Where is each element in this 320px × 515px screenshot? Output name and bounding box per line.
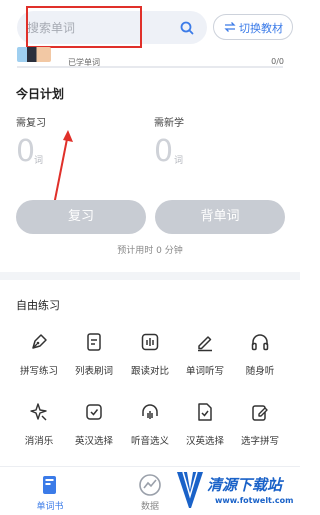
review-count: 0 — [16, 134, 36, 169]
practice-label: 听音选义 — [130, 436, 169, 447]
chart-icon — [139, 474, 161, 496]
book-icon — [43, 476, 56, 494]
practice-match-game[interactable]: 消消乐 — [10, 402, 68, 447]
practice-label: 汉英选择 — [185, 436, 224, 447]
practice-label: 选字拼写 — [240, 436, 279, 447]
practice-spelling[interactable]: 拼写练习 — [10, 332, 68, 377]
review-unit: 词 — [34, 156, 44, 166]
review-label: 需复习 — [16, 118, 46, 129]
new-words-label: 需新学 — [154, 118, 184, 129]
practice-label: 拼写练习 — [19, 366, 58, 377]
watermark-title: 清源下载站 — [207, 476, 283, 494]
new-words-unit: 词 — [174, 156, 184, 166]
switch-book-label: 切换教材 — [239, 22, 283, 35]
swap-icon — [224, 22, 236, 32]
practice-read-compare[interactable]: 跟读对比 — [121, 332, 179, 377]
tab-data[interactable]: 数据 — [120, 467, 180, 512]
section-divider — [0, 272, 300, 280]
audio-bars-icon — [141, 333, 159, 351]
tab-label: 数据 — [140, 502, 159, 512]
plan-title: 今日计划 — [16, 87, 65, 101]
practice-label: 列表刷词 — [74, 366, 113, 377]
practice-label: 随身听 — [245, 366, 275, 377]
headphones-icon — [251, 334, 269, 351]
learned-progress-bar — [17, 66, 283, 68]
pen-nib-icon — [32, 334, 47, 349]
learn-words-button[interactable]: 背单词 — [155, 200, 285, 234]
switch-book-button[interactable]: 切换教材 — [213, 14, 293, 40]
book-cover-thumbnail[interactable] — [17, 47, 51, 62]
tab-label: 单词书 — [36, 502, 64, 512]
watermark: 清源下载站 www.fotwelt.com — [175, 468, 300, 515]
practice-label: 英汉选择 — [74, 436, 113, 447]
practice-title: 自由练习 — [16, 299, 60, 312]
check-doc-icon — [198, 403, 212, 421]
top-bar: 搜索单词 切换教材 — [0, 0, 300, 52]
new-words-count: 0 — [154, 134, 174, 169]
review-button[interactable]: 复习 — [16, 200, 146, 234]
practice-label: 消消乐 — [24, 436, 54, 447]
annotation-highlight-box — [26, 6, 142, 48]
practice-listen[interactable]: 随身听 — [231, 332, 289, 377]
sparkle-icon — [30, 403, 47, 421]
tab-wordbook[interactable]: 单词书 — [20, 467, 80, 512]
practice-dictation[interactable]: 单词听写 — [176, 332, 234, 377]
learned-words-count: 0/0 — [271, 57, 284, 66]
watermark-url: www.fotwelt.com — [215, 496, 294, 505]
pencil-icon — [198, 336, 212, 352]
list-icon — [87, 333, 101, 351]
practice-en-cn-choice[interactable]: 英汉选择 — [65, 402, 123, 447]
watermark-logo-icon — [177, 471, 203, 508]
practice-cn-en-choice[interactable]: 汉英选择 — [176, 402, 234, 447]
practice-char-spelling[interactable]: 选字拼写 — [231, 402, 289, 447]
edit-doc-icon — [252, 405, 268, 421]
practice-label: 单词听写 — [185, 366, 224, 377]
headphone-bars-icon — [142, 404, 158, 419]
estimated-time: 预计用时 0 分钟 — [117, 246, 183, 256]
practice-listen-choose[interactable]: 听音选义 — [121, 402, 179, 447]
practice-list-review[interactable]: 列表刷词 — [65, 332, 123, 377]
practice-label: 跟读对比 — [130, 366, 169, 377]
check-card-icon — [86, 404, 102, 420]
search-icon[interactable] — [179, 20, 195, 36]
